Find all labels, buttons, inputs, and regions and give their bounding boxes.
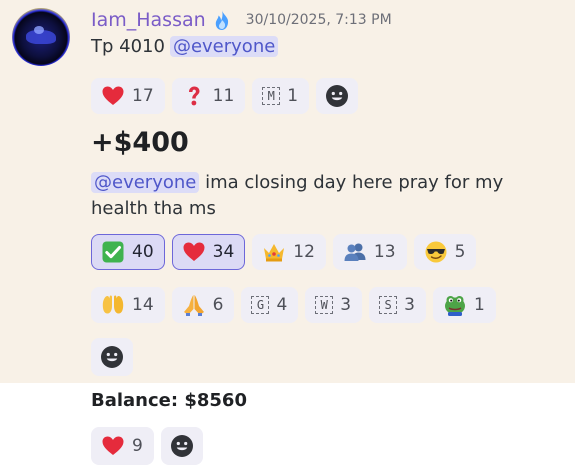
everyone-mention[interactable]: @everyone [169,36,279,57]
reaction-users[interactable]: 13 [332,234,407,270]
reaction-heart[interactable]: 9 [91,427,154,465]
frog-icon [444,296,465,316]
username[interactable]: Iam_Hassan [91,9,206,31]
custom-emoji-s: S [379,296,398,314]
crown-icon [264,244,285,262]
reaction-count: 34 [212,242,235,262]
reaction-check[interactable]: 40 [91,234,165,270]
balance-reactions-bar: 9 [91,427,210,465]
reactions-bar-2: 40 34 12 13 5 [91,234,483,270]
message-line-1: Tp 4010 @everyone [91,36,279,57]
reaction-question[interactable]: 11 [171,78,246,114]
raised-hands-icon [102,295,124,314]
reaction-count: 17 [132,86,154,106]
praying-hands-icon [183,295,204,316]
profit-text: +$400 [91,127,189,158]
reaction-custom-w[interactable]: W 3 [305,287,363,323]
reaction-crown[interactable]: 12 [252,234,326,270]
heart-icon [183,242,205,261]
users-icon [344,243,366,261]
add-reaction-icon [101,346,123,368]
reaction-count: 5 [454,242,466,262]
heart-icon [102,436,124,455]
balance-text: Balance: $8560 [91,390,247,411]
add-reaction-icon [326,85,349,107]
reaction-count: 3 [340,295,352,315]
reaction-count: 9 [132,436,143,456]
reaction-count: 14 [132,295,154,315]
message-text: Tp 4010 [91,36,165,57]
avatar-figure-head [34,26,44,34]
reaction-count: 6 [212,295,224,315]
reaction-heart[interactable]: 17 [91,78,165,114]
heart-icon [102,86,124,105]
everyone-mention[interactable]: @everyone [91,172,200,193]
reaction-count: 3 [404,295,415,315]
reactions-bar: 17 11 M 1 [91,78,365,114]
message-text-2: @everyone ima closing day here pray for … [91,170,561,222]
cool-face-icon [425,241,447,263]
add-reaction-button[interactable] [91,338,133,376]
reaction-frog[interactable]: 1 [432,287,496,323]
reaction-custom-m[interactable]: M 1 [252,78,310,114]
message-header: Iam_Hassan 30/10/2025, 7:13 PM [91,8,392,32]
custom-emoji-g: G [251,296,270,314]
add-reaction-button[interactable] [160,427,203,465]
reaction-count: 4 [276,295,288,315]
flame-icon [215,10,228,30]
custom-emoji-w: W [315,296,334,314]
reaction-count: 40 [132,242,154,262]
reaction-custom-s[interactable]: S 3 [369,287,426,323]
reaction-count: 1 [287,86,299,106]
reactions-bar-3: 14 6 G 4 W 3 S 3 1 [91,287,503,323]
add-reaction-icon [170,435,193,457]
question-icon [188,86,200,106]
reaction-custom-g[interactable]: G 4 [241,287,299,323]
reaction-count: 11 [212,86,235,106]
reaction-count: 12 [293,242,315,262]
reaction-count: 1 [473,295,485,315]
add-reaction-button[interactable] [316,78,359,114]
reaction-cool-face[interactable]: 5 [413,234,477,270]
reaction-heart[interactable]: 34 [171,234,246,270]
timestamp: 30/10/2025, 7:13 PM [245,12,392,28]
custom-emoji-m: M [262,87,281,105]
check-icon [102,241,124,263]
reactions-bar-4 [91,338,140,376]
reaction-praying-hands[interactable]: 6 [171,287,235,323]
avatar[interactable] [12,8,70,66]
reaction-count: 13 [373,242,396,262]
reaction-raised-hands[interactable]: 14 [91,287,165,323]
